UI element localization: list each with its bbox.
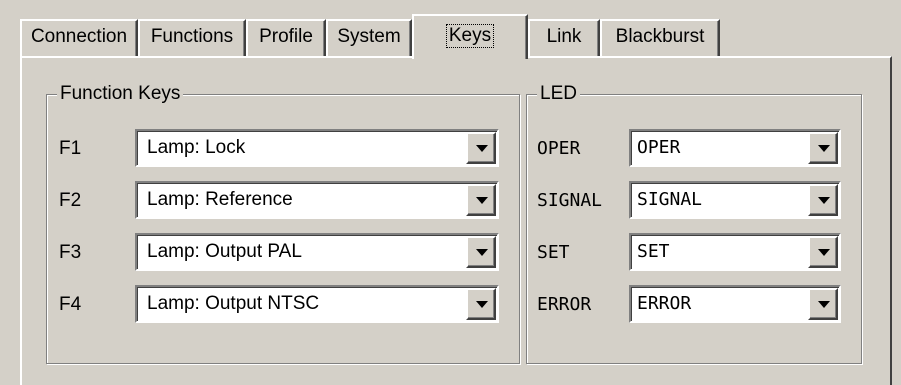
led-error-select[interactable]: ERROR bbox=[629, 285, 841, 323]
tab-functions[interactable]: Functions bbox=[138, 19, 246, 57]
chevron-down-icon[interactable] bbox=[808, 184, 838, 216]
tab-system[interactable]: System bbox=[326, 19, 412, 57]
tab-system-label: System bbox=[337, 26, 401, 47]
function-keys-title: Function Keys bbox=[57, 83, 184, 105]
tab-functions-label: Functions bbox=[150, 26, 234, 47]
tab-profile[interactable]: Profile bbox=[246, 19, 326, 57]
chevron-down-icon[interactable] bbox=[466, 288, 496, 320]
f4-function-value: Lamp: Output NTSC bbox=[147, 293, 320, 314]
tab-connection-label: Connection bbox=[30, 26, 128, 47]
f3-function-select[interactable]: Lamp: Output PAL bbox=[135, 233, 499, 271]
led-error-value: ERROR bbox=[637, 293, 692, 314]
led-group: LED OPER OPER SIGNAL SIGNAL SET SET ERRO… bbox=[526, 83, 862, 364]
f4-label: F4 bbox=[59, 294, 82, 315]
function-keys-group: Function Keys F1 Lamp: Lock F2 Lamp: Ref… bbox=[46, 83, 520, 364]
tab-blackburst[interactable]: Blackburst bbox=[600, 19, 720, 57]
tab-profile-label: Profile bbox=[259, 26, 313, 47]
tab-link-label: Link bbox=[546, 26, 582, 47]
tab-link[interactable]: Link bbox=[528, 19, 600, 57]
led-set-select[interactable]: SET bbox=[629, 233, 841, 271]
tab-keys[interactable]: Keys bbox=[412, 14, 528, 59]
f2-label: F2 bbox=[59, 190, 82, 211]
led-signal-label: SIGNAL bbox=[537, 190, 603, 211]
led-signal-select[interactable]: SIGNAL bbox=[629, 181, 841, 219]
f1-function-value: Lamp: Lock bbox=[147, 137, 246, 158]
chevron-down-icon[interactable] bbox=[808, 132, 838, 164]
f1-function-select[interactable]: Lamp: Lock bbox=[135, 129, 499, 167]
f1-label: F1 bbox=[59, 138, 82, 159]
f4-function-select[interactable]: Lamp: Output NTSC bbox=[135, 285, 499, 323]
f3-label: F3 bbox=[59, 242, 82, 263]
chevron-down-icon[interactable] bbox=[466, 132, 496, 164]
chevron-down-icon[interactable] bbox=[466, 236, 496, 268]
chevron-down-icon[interactable] bbox=[466, 184, 496, 216]
led-set-value: SET bbox=[637, 241, 670, 262]
led-error-label: ERROR bbox=[537, 294, 592, 315]
led-oper-select[interactable]: OPER bbox=[629, 129, 841, 167]
f2-function-value: Lamp: Reference bbox=[147, 189, 293, 210]
chevron-down-icon[interactable] bbox=[808, 236, 838, 268]
led-title: LED bbox=[537, 83, 580, 105]
tab-keys-label: Keys bbox=[445, 24, 495, 48]
tab-connection[interactable]: Connection bbox=[20, 19, 138, 57]
tab-blackburst-label: Blackburst bbox=[615, 26, 705, 47]
chevron-down-icon[interactable] bbox=[808, 288, 838, 320]
f2-function-select[interactable]: Lamp: Reference bbox=[135, 181, 499, 219]
led-oper-value: OPER bbox=[637, 137, 681, 158]
keys-tab-panel: Function Keys F1 Lamp: Lock F2 Lamp: Ref… bbox=[20, 56, 892, 385]
led-set-label: SET bbox=[537, 242, 570, 263]
f3-function-value: Lamp: Output PAL bbox=[147, 241, 302, 262]
led-signal-value: SIGNAL bbox=[637, 189, 703, 210]
led-oper-label: OPER bbox=[537, 138, 581, 159]
keys-settings-dialog: Connection Functions Profile System Keys… bbox=[0, 0, 901, 385]
